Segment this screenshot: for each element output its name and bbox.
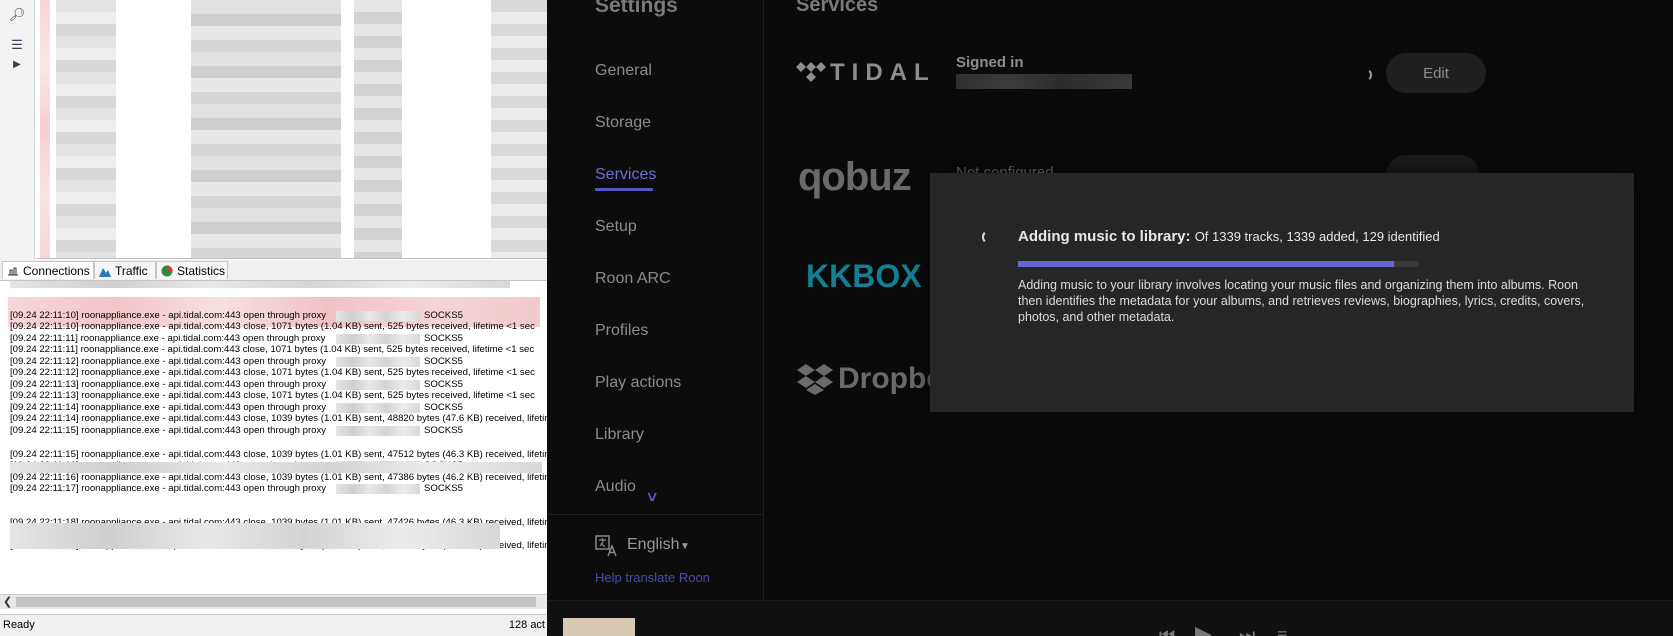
scrollbar-thumb[interactable] <box>16 597 536 607</box>
log-line: [09.24 22:11:11] roonappliance.exe - api… <box>10 344 535 355</box>
proxy-type: SOCKS5 <box>424 483 463 494</box>
status-column <box>40 0 50 258</box>
play-icon[interactable]: ▶︎ <box>1195 621 1212 636</box>
album-art[interactable] <box>563 618 635 636</box>
language-select[interactable]: English <box>627 536 679 554</box>
horizontal-scrollbar[interactable]: ❮ <box>0 594 547 609</box>
redacted-column <box>56 0 116 258</box>
qobuz-logo: qobuz <box>798 155 912 199</box>
log-panel: [09.24 22:11:10] roonappliance.exe - api… <box>0 281 547 592</box>
scroll-left-icon[interactable]: ❮ <box>3 595 12 608</box>
tidal-status: Signed in <box>956 54 1024 71</box>
dropbox-icon <box>797 364 833 395</box>
redacted-line <box>10 462 542 473</box>
redacted-proxy <box>336 311 420 321</box>
progress-description: Adding music to your library involves lo… <box>1018 278 1585 324</box>
nav-item-audio[interactable]: Audio <box>595 478 636 496</box>
settings-nav: Settings General Storage Services Setup … <box>547 0 764 636</box>
caret-down-icon[interactable]: ▼ <box>680 541 690 552</box>
redacted-column <box>491 0 547 258</box>
log-line: [09.24 22:11:17] roonappliance.exe - api… <box>10 483 327 494</box>
nav-item-roon-arc[interactable]: Roon ARC <box>595 270 671 288</box>
redacted-line <box>10 523 500 549</box>
redacted-column <box>191 0 341 258</box>
log-line: [09.24 22:11:15] roonappliance.exe - api… <box>10 425 327 436</box>
traffic-icon <box>99 268 111 277</box>
tidal-diamonds-icon <box>796 62 826 82</box>
redacted-proxy <box>336 357 420 367</box>
queue-icon[interactable]: ≡ <box>1277 625 1288 636</box>
statistics-icon <box>161 265 173 277</box>
redacted-proxy <box>336 426 420 436</box>
kkbox-logo: KKBOX <box>806 258 922 294</box>
divider <box>547 514 763 515</box>
loading-spinner-icon <box>982 230 996 244</box>
status-text: Ready <box>3 619 35 631</box>
redacted-account <box>956 74 1132 89</box>
nav-item-general[interactable]: General <box>595 62 652 80</box>
search-icon[interactable]: 🔎︎ <box>6 6 28 24</box>
tab-label: Traffic <box>115 264 148 278</box>
nav-item-play-actions[interactable]: Play actions <box>595 374 681 392</box>
tidal-edit-button[interactable]: Edit <box>1386 53 1486 93</box>
settings-title: Settings <box>595 0 678 17</box>
next-icon[interactable]: ⏭︎ <box>1239 625 1255 636</box>
chevron-down-icon[interactable]: ∨ <box>645 488 659 505</box>
log-line: [09.24 22:11:10] roonappliance.exe - api… <box>10 321 535 332</box>
tab-label: Statistics <box>177 264 226 278</box>
nav-item-profiles[interactable]: Profiles <box>595 322 648 340</box>
tidal-wordmark: TIDAL <box>830 59 936 86</box>
redacted-proxy <box>336 403 420 413</box>
list-view-icon[interactable]: ☰ <box>6 36 28 54</box>
log-line: [09.24 22:11:14] roonappliance.exe - api… <box>10 413 547 424</box>
tab-connections[interactable]: Connections <box>2 261 94 279</box>
bottom-tabs: Connections Traffic Statistics <box>0 260 547 281</box>
active-count: 128 act <box>508 619 545 631</box>
connections-grid <box>36 0 547 259</box>
nav-item-services[interactable]: Services <box>595 166 656 184</box>
left-toolbar: 🔎︎ ☰ ▶ <box>0 0 35 260</box>
library-progress-dialog: Adding music to library: Of 1339 tracks,… <box>930 173 1634 412</box>
loading-spinner-icon <box>1358 68 1372 82</box>
progress-fill <box>1018 261 1394 267</box>
active-indicator <box>595 188 653 191</box>
progress-title: Adding music to library: <box>1018 228 1191 245</box>
translate-icon[interactable] <box>595 535 619 557</box>
nav-item-library[interactable]: Library <box>595 426 644 444</box>
page-title: Services <box>796 0 879 16</box>
progress-counts: Of 1339 tracks, 1339 added, 129 identifi… <box>1194 229 1440 244</box>
tab-label: Connections <box>23 264 90 278</box>
progress-bar <box>1018 261 1418 267</box>
tab-statistics[interactable]: Statistics <box>156 261 228 279</box>
log-line: [09.24 22:11:12] roonappliance.exe - api… <box>10 367 535 378</box>
redacted-proxy <box>336 334 420 344</box>
nav-item-storage[interactable]: Storage <box>595 114 651 132</box>
redacted-proxy <box>336 484 420 494</box>
player-bar: ⏮︎ ▶︎ ⏭︎ ≡ <box>547 600 1673 636</box>
redacted-column <box>354 0 402 258</box>
redacted-line <box>10 281 510 288</box>
log-line: [09.24 22:11:13] roonappliance.exe - api… <box>10 390 535 401</box>
proxifier-window: 🔎︎ ☰ ▶ Connections Traffic Statistics [0… <box>0 0 547 636</box>
tidal-logo: TIDAL <box>796 60 946 86</box>
status-bar: Ready 128 act <box>0 614 547 636</box>
expand-arrow-icon[interactable]: ▶ <box>6 56 28 74</box>
help-translate-link[interactable]: Help translate Roon <box>595 570 710 585</box>
nav-item-setup[interactable]: Setup <box>595 218 637 236</box>
connections-icon <box>8 267 18 276</box>
qobuz-login-button[interactable] <box>1386 155 1480 175</box>
progress-headline: Adding music to library: Of 1339 tracks,… <box>1018 228 1440 245</box>
proxy-type: SOCKS5 <box>424 425 463 436</box>
redacted-proxy <box>336 380 420 390</box>
tab-traffic[interactable]: Traffic <box>94 261 156 279</box>
previous-icon[interactable]: ⏮︎ <box>1159 625 1175 636</box>
